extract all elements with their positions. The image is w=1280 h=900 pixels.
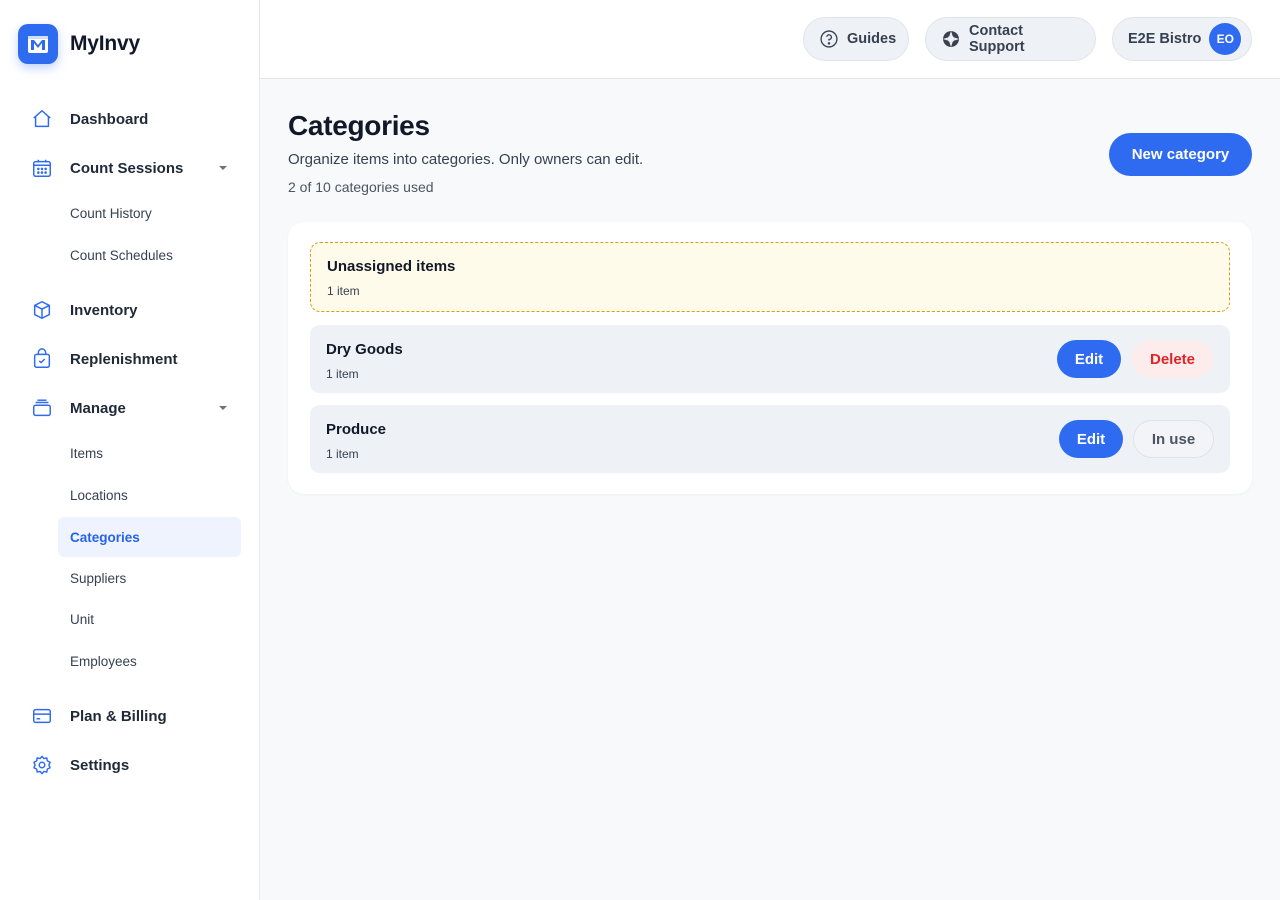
help-circle-icon xyxy=(819,29,839,49)
sidebar-item-categories[interactable]: Categories xyxy=(58,517,241,557)
sidebar-item-label: Plan & Billing xyxy=(70,707,167,725)
sidebar-item-plan-billing[interactable]: Plan & Billing xyxy=(30,704,167,728)
sidebar-item-unit[interactable]: Unit xyxy=(58,599,241,639)
home-icon xyxy=(30,107,54,131)
sidebar-item-count-history[interactable]: Count History xyxy=(58,193,241,233)
category-name: Dry Goods xyxy=(326,341,403,358)
calendar-icon xyxy=(30,156,54,180)
avatar: EO xyxy=(1209,23,1242,55)
sidebar-item-label: Manage xyxy=(70,399,126,417)
category-name: Produce xyxy=(326,421,387,438)
sidebar-item-dashboard[interactable]: Dashboard xyxy=(30,107,148,131)
unassigned-items-name: Unassigned items xyxy=(327,258,456,275)
brand[interactable]: MyInvy xyxy=(18,24,140,64)
sidebar-item-employees[interactable]: Employees xyxy=(58,641,241,681)
sidebar-item-manage[interactable]: Manage xyxy=(30,396,126,420)
contact-support-label: Contact Support xyxy=(969,23,1025,55)
sidebar-item-label: Count Sessions xyxy=(70,159,184,177)
guides-label: Guides xyxy=(847,31,897,47)
sidebar-item-label: Inventory xyxy=(70,301,138,319)
sidebar-item-settings[interactable]: Settings xyxy=(30,753,129,777)
top-bar: Guides Contact Support E2E Bistro EO xyxy=(260,0,1280,79)
account-name: E2E Bistro xyxy=(1128,31,1202,47)
category-item-count: 1 item xyxy=(326,367,359,381)
category-row-produce: Produce 1 item Edit In use xyxy=(310,405,1230,473)
account-menu[interactable]: E2E Bistro EO xyxy=(1112,17,1252,61)
sidebar-item-suppliers[interactable]: Suppliers xyxy=(58,558,241,598)
sidebar-item-locations[interactable]: Locations xyxy=(58,475,241,515)
sidebar-item-label: Dashboard xyxy=(70,110,149,128)
sidebar-item-inventory[interactable]: Inventory xyxy=(30,298,138,322)
categories-card: Unassigned items 1 item Dry Goods 1 item… xyxy=(288,222,1252,494)
myinvy-logo-icon xyxy=(18,24,58,64)
category-usage-count: 2 of 10 categories used xyxy=(288,179,434,195)
life-buoy-icon xyxy=(941,29,961,49)
chevron-down-icon[interactable] xyxy=(218,403,228,413)
brand-name: MyInvy xyxy=(70,32,140,55)
edit-button[interactable]: Edit xyxy=(1057,340,1121,378)
edit-button[interactable]: Edit xyxy=(1059,420,1123,458)
contact-support-button[interactable]: Contact Support xyxy=(925,17,1096,61)
delete-button[interactable]: Delete xyxy=(1132,340,1213,378)
sidebar-item-items[interactable]: Items xyxy=(58,433,241,473)
in-use-badge: In use xyxy=(1133,420,1214,458)
page-subtitle: Organize items into categories. Only own… xyxy=(288,151,644,168)
sidebar-item-replenishment[interactable]: Replenishment xyxy=(30,347,178,371)
category-item-count: 1 item xyxy=(326,447,359,461)
shopping-bag-icon xyxy=(30,347,54,371)
sidebar-item-label: Settings xyxy=(70,756,130,774)
sidebar-item-count-sessions[interactable]: Count Sessions xyxy=(30,156,183,180)
page-title: Categories xyxy=(288,110,430,141)
credit-card-icon xyxy=(30,704,54,728)
gear-icon xyxy=(30,753,54,777)
unassigned-items-row[interactable]: Unassigned items 1 item xyxy=(310,242,1230,312)
sidebar-item-label: Replenishment xyxy=(70,350,178,368)
chevron-down-icon[interactable] xyxy=(218,163,228,173)
category-row-dry-goods: Dry Goods 1 item Edit Delete xyxy=(310,325,1230,393)
new-category-button[interactable]: New category xyxy=(1109,133,1252,176)
sidebar-item-count-schedules[interactable]: Count Schedules xyxy=(58,235,241,275)
guides-button[interactable]: Guides xyxy=(803,17,909,61)
unassigned-items-count: 1 item xyxy=(327,284,360,298)
sidebar: MyInvy Dashboard Count Sessions Count Hi… xyxy=(0,0,260,900)
layers-icon xyxy=(30,396,54,420)
box-icon xyxy=(30,298,54,322)
